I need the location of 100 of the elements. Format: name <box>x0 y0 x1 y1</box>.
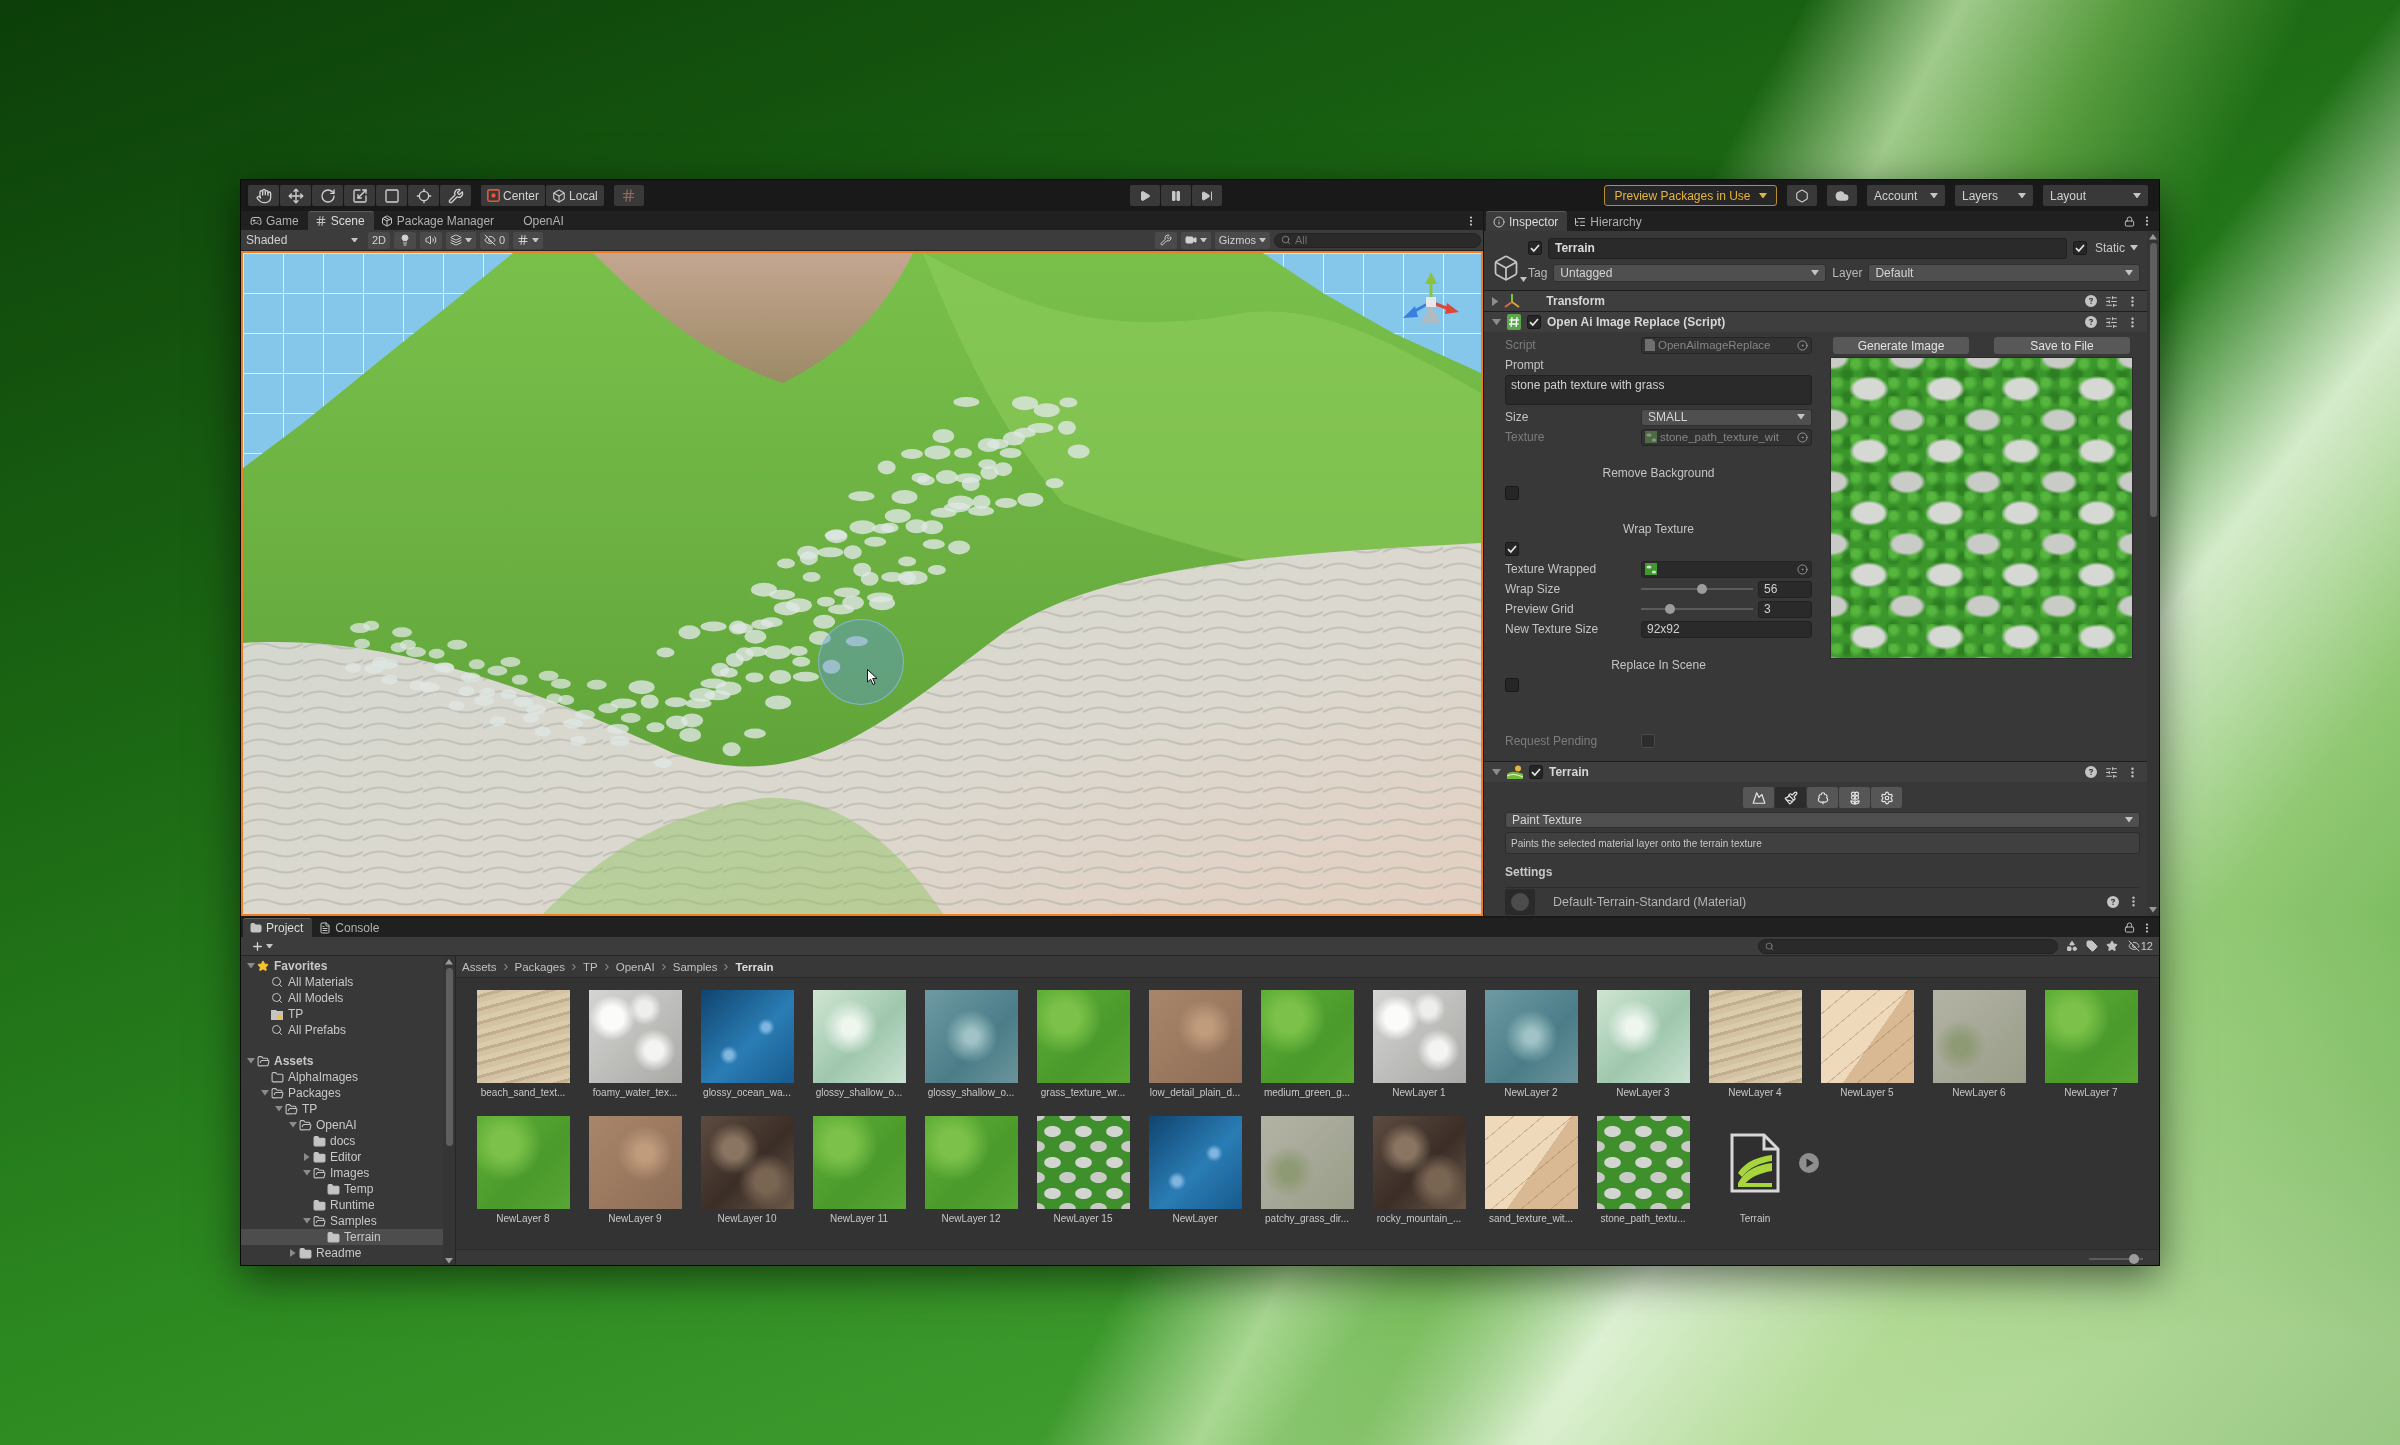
lock-icon[interactable] <box>2124 922 2135 933</box>
scrollbar[interactable] <box>2147 231 2159 916</box>
scrollbar[interactable] <box>443 956 455 1265</box>
checkbox[interactable] <box>1505 542 1519 556</box>
texture-thumbnail[interactable] <box>1708 990 1802 1083</box>
step-button[interactable] <box>1192 185 1222 206</box>
texture-thumbnail[interactable] <box>924 990 1018 1083</box>
services-button[interactable] <box>1787 185 1817 206</box>
tools-button[interactable] <box>1154 231 1177 249</box>
target-icon[interactable] <box>1797 339 1808 351</box>
tool-button[interactable] <box>376 185 407 206</box>
texture-thumbnail[interactable] <box>1484 1116 1578 1209</box>
action-button[interactable]: Generate Image <box>1833 337 1969 354</box>
tree-item[interactable]: All Models <box>241 990 443 1006</box>
texture-thumbnail[interactable] <box>1596 1116 1690 1209</box>
tree-item[interactable]: Editor <box>241 1149 443 1165</box>
snap-button[interactable] <box>613 185 644 206</box>
caret-up-icon[interactable] <box>445 959 453 965</box>
menu-dropdown[interactable]: Account <box>1867 185 1945 206</box>
caret-right-icon[interactable] <box>290 1249 296 1257</box>
breadcrumb-link[interactable]: Terrain <box>735 960 774 973</box>
slider-thumb[interactable] <box>1665 604 1676 614</box>
help-icon[interactable] <box>2085 295 2097 307</box>
caret-down-icon[interactable] <box>1492 768 1501 776</box>
text-field[interactable]: 92x92 <box>1641 620 1812 638</box>
component-header[interactable]: Terrain <box>1484 761 2147 782</box>
tree-item[interactable]: All Materials <box>241 974 443 990</box>
tab[interactable]: Project <box>243 918 313 937</box>
help-icon[interactable] <box>2085 766 2097 778</box>
slider-thumb[interactable] <box>1697 584 1708 594</box>
file-icon[interactable] <box>1730 1132 1780 1193</box>
handle-mode-button[interactable]: Local <box>546 185 604 206</box>
menu-dropdown[interactable]: Layout <box>2043 185 2148 206</box>
terrain-tool-button[interactable] <box>1807 787 1838 808</box>
tree-item[interactable]: Packages <box>241 1085 443 1101</box>
caret-down-icon[interactable] <box>247 1058 255 1064</box>
pause-button[interactable] <box>1161 185 1191 206</box>
number-field[interactable]: 3 <box>1758 600 1812 618</box>
caret-right-icon[interactable] <box>1492 296 1499 306</box>
tree-item[interactable]: OpenAI <box>241 1117 443 1133</box>
texture-thumbnail[interactable] <box>588 990 682 1083</box>
tree-item[interactable]: Temp <box>241 1181 443 1197</box>
play-button[interactable] <box>1130 185 1160 206</box>
texture-thumbnail[interactable] <box>1484 990 1578 1083</box>
gizmos-dropdown[interactable]: Gizmos <box>1214 231 1270 249</box>
checkbox[interactable] <box>1527 315 1541 329</box>
tag-icon[interactable] <box>2085 940 2098 952</box>
caret-down-icon[interactable] <box>2149 907 2157 913</box>
terrain-tool-button[interactable] <box>1775 787 1806 808</box>
help-icon[interactable] <box>2085 316 2097 328</box>
caret-down-icon[interactable] <box>445 1258 453 1264</box>
texture-thumbnail[interactable] <box>1820 990 1914 1083</box>
tree-item[interactable]: Samples <box>241 1213 443 1229</box>
tag-dropdown[interactable]: Untagged <box>1553 264 1827 282</box>
tree-item[interactable]: TP <box>241 1101 443 1117</box>
shapes-icon[interactable] <box>2065 940 2078 952</box>
caret-down-icon[interactable] <box>1492 318 1501 326</box>
texture-thumbnail[interactable] <box>812 1116 906 1209</box>
tool-button[interactable] <box>248 185 279 206</box>
texture-thumbnail[interactable] <box>1932 990 2026 1083</box>
tree-item[interactable]: Images <box>241 1165 443 1181</box>
tab[interactable]: Package Manager <box>373 211 504 230</box>
layer-dropdown[interactable]: Default <box>1868 264 2140 282</box>
breadcrumb-link[interactable]: Packages <box>514 960 566 973</box>
breadcrumb-link[interactable]: Assets <box>462 960 497 973</box>
texture-thumbnail[interactable] <box>476 990 570 1083</box>
breadcrumb-link[interactable]: OpenAI <box>615 960 655 973</box>
slider-thumb[interactable] <box>2128 1253 2139 1264</box>
tool-mode-dropdown[interactable]: Paint Texture <box>1505 812 2140 828</box>
texture-thumbnail[interactable] <box>700 1116 794 1209</box>
target-icon[interactable] <box>1797 563 1808 575</box>
texture-thumbnail[interactable] <box>1260 1116 1354 1209</box>
number-field[interactable]: 56 <box>1758 580 1812 598</box>
texture-thumbnail[interactable] <box>924 1116 1018 1209</box>
caret-down-icon[interactable] <box>303 1170 311 1176</box>
checkbox[interactable] <box>1505 678 1519 692</box>
checkbox[interactable] <box>1505 486 1519 500</box>
hidden-packages-button[interactable]: 12 <box>2125 938 2155 954</box>
caret-down-icon[interactable] <box>303 1218 311 1224</box>
tab[interactable]: Scene <box>307 211 374 230</box>
caret-down-icon[interactable] <box>261 1090 269 1096</box>
texture-thumbnail[interactable] <box>588 1116 682 1209</box>
texture-thumbnail[interactable] <box>1372 1116 1466 1209</box>
preview-packages-button[interactable]: Preview Packages in Use <box>1604 185 1777 206</box>
tool-button[interactable] <box>312 185 343 206</box>
object-name-field[interactable]: Terrain <box>1548 237 2067 259</box>
tree-item[interactable]: TP <box>241 1006 443 1022</box>
terrain-tool-button[interactable] <box>1839 787 1870 808</box>
tab[interactable]: Game <box>243 211 308 230</box>
caret-down-icon[interactable] <box>289 1122 297 1128</box>
tool-button[interactable] <box>408 185 439 206</box>
target-icon[interactable] <box>1797 431 1808 443</box>
texture-thumbnail[interactable] <box>1036 990 1130 1083</box>
component-header[interactable]: Transform <box>1484 290 2147 311</box>
component-header[interactable]: Open Ai Image Replace (Script) <box>1484 311 2147 332</box>
star-icon[interactable] <box>2105 940 2118 952</box>
scrollbar-thumb[interactable] <box>445 967 453 1146</box>
audio-button[interactable] <box>420 231 443 249</box>
prompt-text-area[interactable]: stone path texture with grass <box>1505 375 1812 405</box>
texture-thumbnail[interactable] <box>1260 990 1354 1083</box>
